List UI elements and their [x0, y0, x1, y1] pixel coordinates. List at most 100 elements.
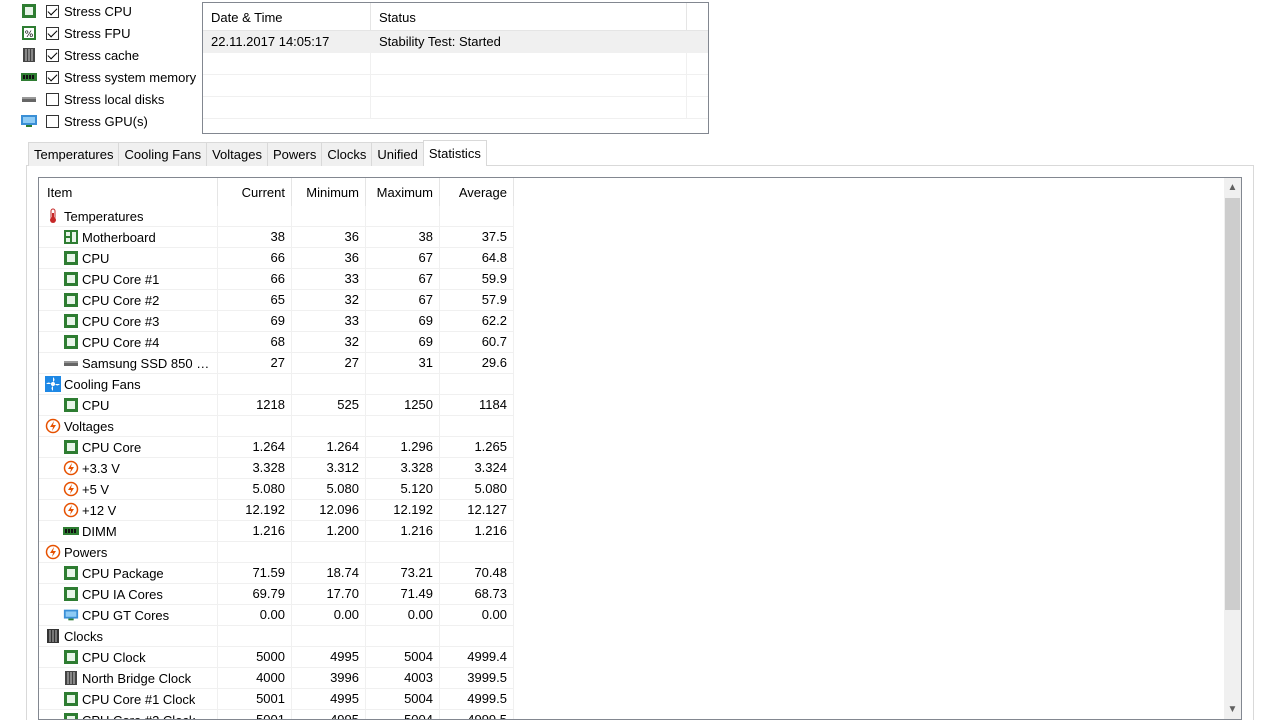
table-row[interactable]: CPU Package 71.59 18.74 73.21 70.48: [39, 563, 1241, 584]
table-row[interactable]: CPU Core #3 69 33 69 62.2: [39, 311, 1241, 332]
header-item[interactable]: Item: [39, 178, 218, 206]
table-group-row[interactable]: Temperatures: [39, 206, 1241, 227]
tab-powers[interactable]: Powers: [266, 142, 323, 166]
stress-option-checkbox[interactable]: [46, 70, 59, 84]
header-average[interactable]: Average: [440, 178, 514, 206]
stress-option-row[interactable]: Stress system memory: [20, 66, 200, 88]
table-row[interactable]: CPU Clock 5000 4995 5004 4999.4: [39, 647, 1241, 668]
row-minimum-value: 17.70: [292, 584, 366, 605]
scroll-thumb[interactable]: [1225, 198, 1240, 610]
row-minimum-value: 4995: [292, 689, 366, 710]
row-item-cell: CPU: [39, 248, 218, 269]
row-item-label: CPU IA Cores: [82, 586, 163, 602]
gpu-icon: [20, 112, 38, 130]
table-row[interactable]: CPU GT Cores 0.00 0.00 0.00 0.00: [39, 605, 1241, 626]
table-group-row[interactable]: Powers: [39, 542, 1241, 563]
row-item-cell: Temperatures: [39, 206, 218, 227]
window-scroll-thumb[interactable]: [1267, 0, 1276, 100]
row-item-label: CPU Core: [82, 439, 142, 455]
row-item-cell: Powers: [39, 542, 218, 563]
log-row-empty: [203, 53, 708, 75]
tab-statistics[interactable]: Statistics: [422, 140, 487, 166]
row-minimum-value: 32: [292, 290, 366, 311]
tab-temperatures[interactable]: Temperatures: [28, 142, 120, 166]
stress-option-label[interactable]: Stress system memory: [64, 70, 196, 85]
stress-option-label[interactable]: Stress CPU: [64, 4, 132, 19]
stress-option-row[interactable]: Stress cache: [20, 44, 200, 66]
scroll-up-arrow-icon[interactable]: ▲: [1224, 179, 1241, 196]
scroll-down-arrow-icon[interactable]: ▼: [1224, 701, 1241, 718]
fpu-icon: %: [20, 24, 38, 42]
stress-option-checkbox[interactable]: [46, 114, 59, 128]
window-scrollbar[interactable]: [1263, 0, 1280, 720]
row-minimum-value: 4995: [292, 710, 366, 719]
table-group-row[interactable]: Voltages: [39, 416, 1241, 437]
row-current-value: 68: [218, 332, 292, 353]
stress-option-row[interactable]: Stress GPU(s): [20, 110, 200, 132]
row-current-value: 4000: [218, 668, 292, 689]
log-header-datetime[interactable]: Date & Time: [203, 3, 371, 30]
stress-option-row[interactable]: Stress local disks: [20, 88, 200, 110]
table-row[interactable]: CPU Core #2 Clock 5001 4995 5004 4999.5: [39, 710, 1241, 720]
header-maximum[interactable]: Maximum: [366, 178, 440, 206]
disk-icon: [63, 355, 79, 371]
table-row[interactable]: CPU Core #4 68 32 69 60.7: [39, 332, 1241, 353]
empty-cell: [292, 626, 366, 647]
stress-option-label[interactable]: Stress cache: [64, 48, 139, 63]
row-minimum-value: 27: [292, 353, 366, 374]
stress-option-checkbox[interactable]: [46, 4, 59, 18]
stress-option-label[interactable]: Stress GPU(s): [64, 114, 148, 129]
row-current-value: 66: [218, 248, 292, 269]
stress-option-checkbox[interactable]: [46, 92, 59, 106]
row-current-value: 5000: [218, 647, 292, 668]
table-row[interactable]: +3.3 V 3.328 3.312 3.328 3.324: [39, 458, 1241, 479]
stress-option-row[interactable]: % Stress FPU: [20, 22, 200, 44]
header-minimum[interactable]: Minimum: [292, 178, 366, 206]
table-row[interactable]: CPU IA Cores 69.79 17.70 71.49 68.73: [39, 584, 1241, 605]
log-header-status[interactable]: Status: [371, 3, 687, 30]
header-current[interactable]: Current: [218, 178, 292, 206]
cpu-chip-icon: [63, 250, 79, 266]
row-maximum-value: 69: [366, 332, 440, 353]
stress-option-row[interactable]: Stress CPU: [20, 0, 200, 22]
statistics-table: Item Current Minimum Maximum Average Tem…: [38, 177, 1242, 720]
table-row[interactable]: CPU Core #1 Clock 5001 4995 5004 4999.5: [39, 689, 1241, 710]
stress-option-checkbox[interactable]: [46, 48, 59, 62]
empty-cell: [218, 374, 292, 395]
row-minimum-value: 33: [292, 269, 366, 290]
table-row[interactable]: +12 V 12.192 12.096 12.192 12.127: [39, 500, 1241, 521]
log-row[interactable]: 22.11.2017 14:05:17 Stability Test: Star…: [203, 31, 708, 53]
row-item-label: Powers: [64, 544, 108, 560]
row-average-value: 60.7: [440, 332, 514, 353]
statistics-body: Temperatures Motherboard 38 36 38 37.5 CPU 66 36…: [39, 206, 1241, 720]
tab-cooling-fans[interactable]: Cooling Fans: [118, 142, 208, 166]
table-row[interactable]: DIMM 1.216 1.200 1.216 1.216: [39, 521, 1241, 542]
row-item-label: CPU Core #2 Clock: [82, 712, 196, 720]
tab-voltages[interactable]: Voltages: [206, 142, 268, 166]
row-item-label: Voltages: [64, 418, 114, 434]
table-group-row[interactable]: Cooling Fans: [39, 374, 1241, 395]
table-row[interactable]: North Bridge Clock 4000 3996 4003 3999.5: [39, 668, 1241, 689]
table-row[interactable]: Samsung SSD 850 EV... 27 27 31 29.6: [39, 353, 1241, 374]
stress-option-label[interactable]: Stress FPU: [64, 26, 130, 41]
empty-cell: [292, 542, 366, 563]
table-row[interactable]: CPU Core #1 66 33 67 59.9: [39, 269, 1241, 290]
cache-icon: [20, 46, 38, 64]
row-current-value: 65: [218, 290, 292, 311]
table-row[interactable]: +5 V 5.080 5.080 5.120 5.080: [39, 479, 1241, 500]
statistics-scrollbar[interactable]: ▲ ▼: [1224, 178, 1241, 719]
tab-unified[interactable]: Unified: [371, 142, 424, 166]
table-row[interactable]: CPU Core #2 65 32 67 57.9: [39, 290, 1241, 311]
table-row[interactable]: CPU 66 36 67 64.8: [39, 248, 1241, 269]
tab-clocks[interactable]: Clocks: [321, 142, 373, 166]
voltage-icon: [63, 481, 79, 497]
table-row[interactable]: CPU Core 1.264 1.264 1.296 1.265: [39, 437, 1241, 458]
stress-option-checkbox[interactable]: [46, 26, 59, 40]
row-item-cell: Motherboard: [39, 227, 218, 248]
table-group-row[interactable]: Clocks: [39, 626, 1241, 647]
cpu-chip-icon: [63, 271, 79, 287]
table-row[interactable]: CPU 1218 525 1250 1184: [39, 395, 1241, 416]
empty-cell: [218, 416, 292, 437]
table-row[interactable]: Motherboard 38 36 38 37.5: [39, 227, 1241, 248]
stress-option-label[interactable]: Stress local disks: [64, 92, 164, 107]
